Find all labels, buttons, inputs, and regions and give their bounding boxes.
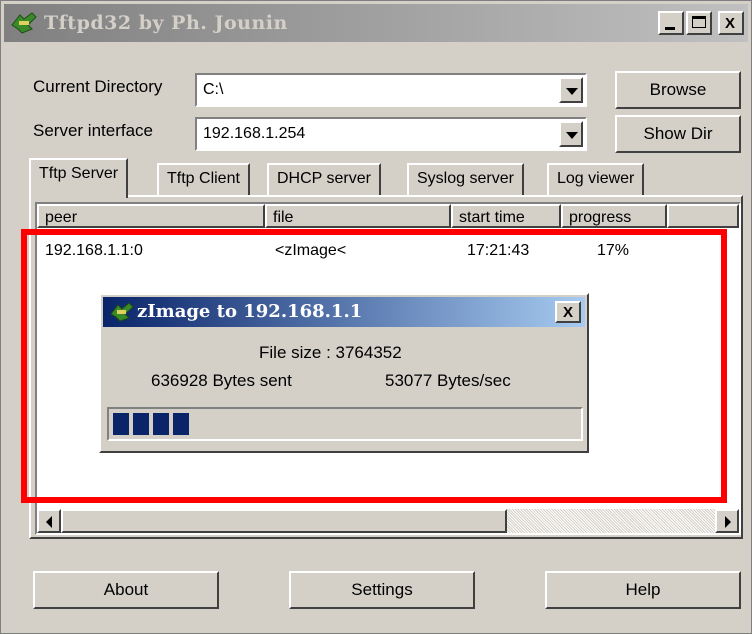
current-directory-combo[interactable]: C:\ (195, 73, 587, 107)
scroll-track[interactable] (507, 509, 715, 533)
column-header-label: progress (569, 209, 632, 226)
server-interface-label: Server interface (33, 121, 153, 140)
column-header-label: file (273, 209, 294, 226)
column-header-file[interactable]: file (265, 204, 451, 228)
scroll-right-button[interactable] (715, 509, 739, 533)
column-header-label: peer (45, 209, 78, 226)
browse-button-label: Browse (649, 80, 707, 99)
server-interface-combo[interactable]: 192.168.1.254 (195, 117, 587, 151)
chevron-down-icon (566, 132, 578, 139)
maximize-icon (692, 16, 706, 28)
help-button-label: Help (625, 580, 661, 599)
close-button[interactable]: X (718, 11, 744, 35)
tab-label: Log viewer (557, 170, 635, 187)
about-button-label: About (103, 580, 149, 599)
settings-button[interactable]: Settings (289, 571, 475, 609)
tab-label: Tftp Server (39, 165, 119, 182)
server-interface-dropdown-button[interactable] (559, 121, 583, 147)
about-button[interactable]: About (33, 571, 219, 609)
minimize-icon (665, 27, 675, 30)
tab-dhcp-server[interactable]: DHCP server (267, 163, 381, 197)
tab-label: Syslog server (417, 170, 514, 187)
current-directory-value: C:\ (203, 81, 224, 98)
column-header-progress[interactable]: progress (561, 204, 667, 228)
maximize-button[interactable] (686, 11, 712, 35)
tab-tftp-server[interactable]: Tftp Server (29, 158, 129, 198)
app-icon (11, 12, 37, 34)
browse-button[interactable]: Browse (615, 71, 741, 109)
tab-syslog-server[interactable]: Syslog server (407, 163, 524, 197)
current-directory-label: Current Directory (33, 77, 163, 96)
window-title: Tftpd32 by Ph. Jounin (44, 12, 288, 34)
title-bar[interactable]: Tftpd32 by Ph. Jounin X (4, 4, 748, 42)
highlight-box (21, 229, 727, 503)
column-header-label: start time (459, 209, 525, 226)
scroll-thumb[interactable] (61, 509, 507, 533)
server-interface-value: 192.168.1.254 (203, 125, 306, 142)
arrow-right-icon (725, 516, 731, 528)
column-header-peer[interactable]: peer (37, 204, 265, 228)
tab-label: Tftp Client (167, 170, 240, 187)
tab-log-viewer[interactable]: Log viewer (547, 163, 645, 197)
tab-tftp-client[interactable]: Tftp Client (157, 163, 250, 197)
show-dir-button[interactable]: Show Dir (615, 115, 741, 153)
horizontal-scrollbar[interactable] (37, 509, 739, 533)
column-header-empty (667, 204, 739, 228)
tab-label: DHCP server (277, 170, 371, 187)
chevron-down-icon (566, 88, 578, 95)
tftpd32-window: Tftpd32 by Ph. Jounin X Current Director… (0, 0, 752, 634)
close-icon: X (725, 15, 736, 32)
arrow-left-icon (46, 516, 52, 528)
show-dir-button-label: Show Dir (643, 124, 713, 143)
minimize-button[interactable] (658, 11, 684, 35)
help-button[interactable]: Help (545, 571, 741, 609)
scroll-left-button[interactable] (37, 509, 61, 533)
current-directory-dropdown-button[interactable] (559, 77, 583, 103)
column-header-start-time[interactable]: start time (451, 204, 561, 228)
settings-button-label: Settings (351, 580, 413, 599)
